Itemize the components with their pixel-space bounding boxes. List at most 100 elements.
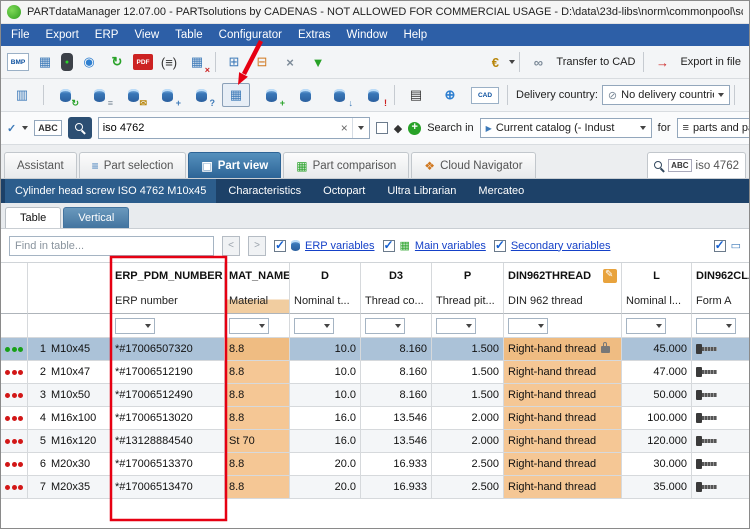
table-view-icon[interactable]: ▦ — [33, 51, 57, 73]
globe-icon[interactable]: ◉ — [77, 51, 101, 73]
table-row[interactable]: 6 M20x30 *#17006513370 8.8 20.0 16.933 2.… — [1, 453, 749, 476]
column-header-cla[interactable]: DIN962CLA — [692, 263, 749, 288]
assembly-icon[interactable]: ⊞ — [222, 51, 246, 73]
table-row[interactable]: 4 M16x100 *#17006513020 8.8 16.0 13.546 2… — [1, 407, 749, 430]
cell-material[interactable]: 8.8 — [225, 338, 290, 361]
cell-material[interactable]: 8.8 — [225, 453, 290, 476]
cell-p[interactable]: 2.000 — [432, 407, 504, 430]
cell-d3[interactable]: 13.546 — [361, 407, 432, 430]
cell-p[interactable]: 1.500 — [432, 338, 504, 361]
db-download-icon[interactable]: ↓ — [326, 84, 353, 108]
db-mail-icon[interactable]: ✉ — [120, 84, 147, 108]
column-header-thread[interactable]: DIN962THREAD — [504, 263, 622, 288]
cell-thread[interactable]: Right-hand thread — [504, 338, 622, 361]
column-header-d3[interactable]: D3 — [361, 263, 432, 288]
column-header-erp[interactable]: ERP_PDM_NUMBER — [111, 263, 225, 288]
cell-d3[interactable]: 8.160 — [361, 384, 432, 407]
search-scope-select[interactable]: ▶ Current catalog (- Indust — [479, 118, 652, 138]
menu-extras[interactable]: Extras — [290, 24, 339, 46]
cell-form[interactable] — [692, 361, 749, 384]
cell-thread[interactable]: Right-hand thread — [504, 361, 622, 384]
cell-d[interactable]: 20.0 — [290, 476, 361, 499]
cell-material[interactable]: 8.8 — [225, 384, 290, 407]
filter-search-icon[interactable] — [743, 84, 749, 106]
cell-thread[interactable]: Right-hand thread — [504, 453, 622, 476]
cell-part-name[interactable]: 7 M20x35 — [28, 476, 111, 499]
tab-search-results[interactable]: ABC iso 4762 — [647, 152, 746, 178]
price-dropdown-icon[interactable] — [509, 60, 516, 64]
cell-part-name[interactable]: 3 M10x50 — [28, 384, 111, 407]
cell-material[interactable]: St 70 — [225, 430, 290, 453]
cell-l[interactable]: 50.000 — [622, 384, 692, 407]
menu-export[interactable]: Export — [38, 24, 87, 46]
column-header-mat[interactable]: MAT_NAME — [225, 263, 290, 288]
cell-erp-number[interactable]: *#17006513470 — [111, 476, 225, 499]
subtab-octopart[interactable]: Octopart — [313, 179, 375, 203]
cell-part-name[interactable]: 5 M16x120 — [28, 430, 111, 453]
tab-part-selection[interactable]: ≡ Part selection — [78, 152, 187, 178]
cell-part-name[interactable]: 1 M10x45 — [28, 338, 111, 361]
cell-material[interactable]: 8.8 — [225, 361, 290, 384]
preview-dropdown-icon[interactable] — [22, 126, 29, 130]
table-row[interactable]: 7 M20x35 *#17006513470 8.8 20.0 16.933 2.… — [1, 476, 749, 499]
cell-form[interactable] — [692, 338, 749, 361]
structure-icon[interactable]: ⊟ — [250, 51, 274, 73]
cell-d3[interactable]: 8.160 — [361, 361, 432, 384]
menu-help[interactable]: Help — [395, 24, 435, 46]
cell-d[interactable]: 16.0 — [290, 407, 361, 430]
cell-form[interactable] — [692, 384, 749, 407]
web-locate-icon[interactable]: ⊕ — [437, 84, 463, 106]
cell-part-name[interactable]: 6 M20x30 — [28, 453, 111, 476]
menu-table[interactable]: Table — [167, 24, 211, 46]
cell-l[interactable]: 35.000 — [622, 476, 692, 499]
cell-form[interactable] — [692, 407, 749, 430]
cell-p[interactable]: 2.500 — [432, 476, 504, 499]
column-filter-select[interactable] — [115, 317, 155, 334]
cell-d[interactable]: 10.0 — [290, 338, 361, 361]
cell-thread[interactable]: Right-hand thread — [504, 384, 622, 407]
find-prev-button[interactable]: < — [222, 235, 240, 256]
edit-pencil-icon[interactable] — [603, 268, 617, 283]
db-alert-icon[interactable]: ! — [360, 84, 387, 108]
cad-export-icon[interactable]: CAD — [471, 86, 499, 104]
window-layout-icon[interactable]: ▥ — [9, 84, 35, 106]
cell-l[interactable]: 120.000 — [622, 430, 692, 453]
column-filter-select[interactable] — [436, 317, 476, 334]
tab-part-comparison[interactable]: ▦ Part comparison — [283, 152, 410, 178]
price-icon[interactable]: € — [483, 51, 507, 73]
db-list-icon[interactable]: ≡ — [86, 84, 113, 108]
preview-columns-checkbox[interactable] — [713, 238, 726, 252]
db-add-icon[interactable]: + — [154, 84, 181, 108]
main-variables-checkbox[interactable] — [382, 238, 395, 252]
cell-l[interactable]: 100.000 — [622, 407, 692, 430]
delivery-country-select[interactable]: ⊘ No delivery countries — [601, 85, 730, 105]
subtab-characteristics[interactable]: Characteristics — [218, 179, 311, 203]
subtab-ultra-librarian[interactable]: Ultra Librarian — [377, 179, 466, 203]
cell-p[interactable]: 2.500 — [432, 453, 504, 476]
cell-erp-number[interactable]: *#17006513020 — [111, 407, 225, 430]
traffic-light-icon[interactable]: ● — [61, 53, 73, 71]
cell-d[interactable]: 20.0 — [290, 453, 361, 476]
db-question-icon[interactable]: ? — [188, 84, 215, 108]
column-filter-select[interactable] — [508, 317, 548, 334]
cell-form[interactable] — [692, 430, 749, 453]
tab-table-view[interactable]: Table — [5, 207, 62, 228]
globe-sync-icon[interactable]: ↻ — [105, 51, 129, 73]
find-in-table-input[interactable] — [9, 235, 214, 256]
column-filter-select[interactable] — [365, 317, 405, 334]
table-row[interactable]: 1 M10x45 *#17006507320 8.8 10.0 8.160 1.5… — [1, 338, 749, 361]
cell-erp-number[interactable]: *#17006512190 — [111, 361, 225, 384]
cell-d3[interactable]: 13.546 — [361, 430, 432, 453]
binoculars-icon[interactable] — [67, 117, 92, 139]
cell-d3[interactable]: 8.160 — [361, 338, 432, 361]
report-icon[interactable]: ▤ — [403, 84, 429, 106]
menu-file[interactable]: File — [3, 24, 38, 46]
column-filter-select[interactable] — [294, 317, 334, 334]
cell-erp-number[interactable]: *#17006513370 — [111, 453, 225, 476]
main-variables-link[interactable]: Main variables — [415, 240, 486, 252]
secondary-variables-checkbox[interactable] — [493, 238, 506, 252]
table-row[interactable]: 5 M16x120 *#13128884540 St 70 16.0 13.546… — [1, 430, 749, 453]
clear-search-icon[interactable]: × — [337, 121, 352, 135]
cell-d3[interactable]: 16.933 — [361, 453, 432, 476]
cell-erp-number[interactable]: *#13128884540 — [111, 430, 225, 453]
